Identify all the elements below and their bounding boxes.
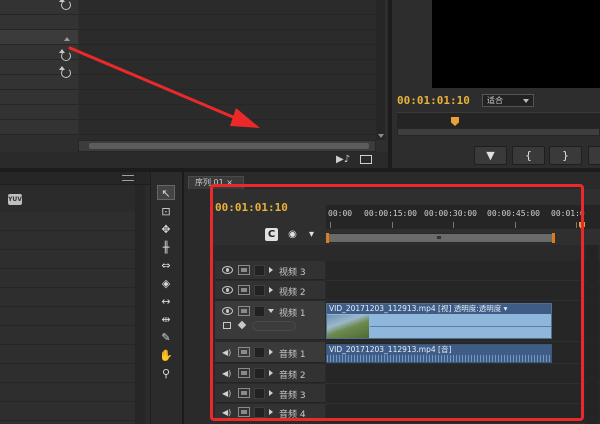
effect-controls-vertical-scrollbar[interactable] [376, 0, 385, 140]
program-monitor-video [432, 0, 600, 88]
effect-controls-horizontal-scrollbar[interactable] [78, 140, 376, 152]
program-timecode[interactable]: 00:01:01:10 [397, 94, 470, 107]
pen-icon[interactable]: ✎ [157, 330, 175, 345]
project-panel-scrollbar[interactable] [135, 185, 145, 424]
razor-icon[interactable]: ◈ [157, 276, 175, 291]
property-row[interactable] [0, 120, 78, 135]
play-audio-icon[interactable]: ▶♪ [336, 155, 350, 165]
zoom-level-select[interactable]: 适合 [482, 94, 534, 107]
effect-controls-footer: ▶♪ [0, 152, 390, 168]
reset-icon[interactable] [59, 66, 71, 78]
effect-controls-panel [0, 0, 390, 160]
scrollbar-thumb[interactable] [89, 143, 369, 149]
rate-stretch-icon[interactable]: ⇔ [157, 258, 175, 273]
chevron-down-icon [523, 99, 529, 103]
slip-icon[interactable]: ↔ [157, 294, 175, 309]
zoom-icon[interactable]: ⚲ [157, 366, 175, 381]
collapse-triangle-icon[interactable] [64, 37, 70, 41]
property-row[interactable] [0, 105, 78, 120]
effect-keyframe-area[interactable] [79, 0, 376, 140]
program-time-ruler[interactable] [397, 112, 600, 128]
hand-icon[interactable]: ✋ [157, 348, 175, 363]
add-marker-button[interactable]: ▼ [474, 146, 507, 165]
zoom-level-value: 适合 [487, 96, 503, 105]
scroll-down-arrow-icon[interactable] [378, 134, 384, 138]
program-zoom-bar[interactable] [397, 128, 600, 136]
media-thumbnail-icon[interactable]: YUV [8, 194, 22, 205]
reset-icon[interactable] [59, 49, 71, 61]
timeline-vertical-scrollbar[interactable] [586, 245, 598, 424]
reset-icon[interactable] [59, 0, 71, 10]
ripple-edit-icon[interactable]: ✥ [157, 222, 175, 237]
annotation-highlight-box [210, 184, 584, 421]
property-row[interactable] [0, 15, 78, 30]
panel-menu-icon[interactable] [122, 175, 134, 181]
slide-icon[interactable]: ⇹ [157, 312, 175, 327]
mark-in-button[interactable]: { [512, 146, 545, 165]
track-select-icon[interactable]: ⊡ [157, 204, 175, 219]
rolling-edit-icon[interactable]: ╫ [157, 240, 175, 255]
project-item-list[interactable] [0, 212, 135, 424]
arrow-cursor-icon[interactable]: ↖ [157, 185, 175, 200]
export-frame-icon[interactable] [360, 155, 372, 164]
more-controls-button[interactable] [588, 146, 600, 165]
mark-out-button[interactable]: } [549, 146, 582, 165]
property-row[interactable] [0, 90, 78, 105]
